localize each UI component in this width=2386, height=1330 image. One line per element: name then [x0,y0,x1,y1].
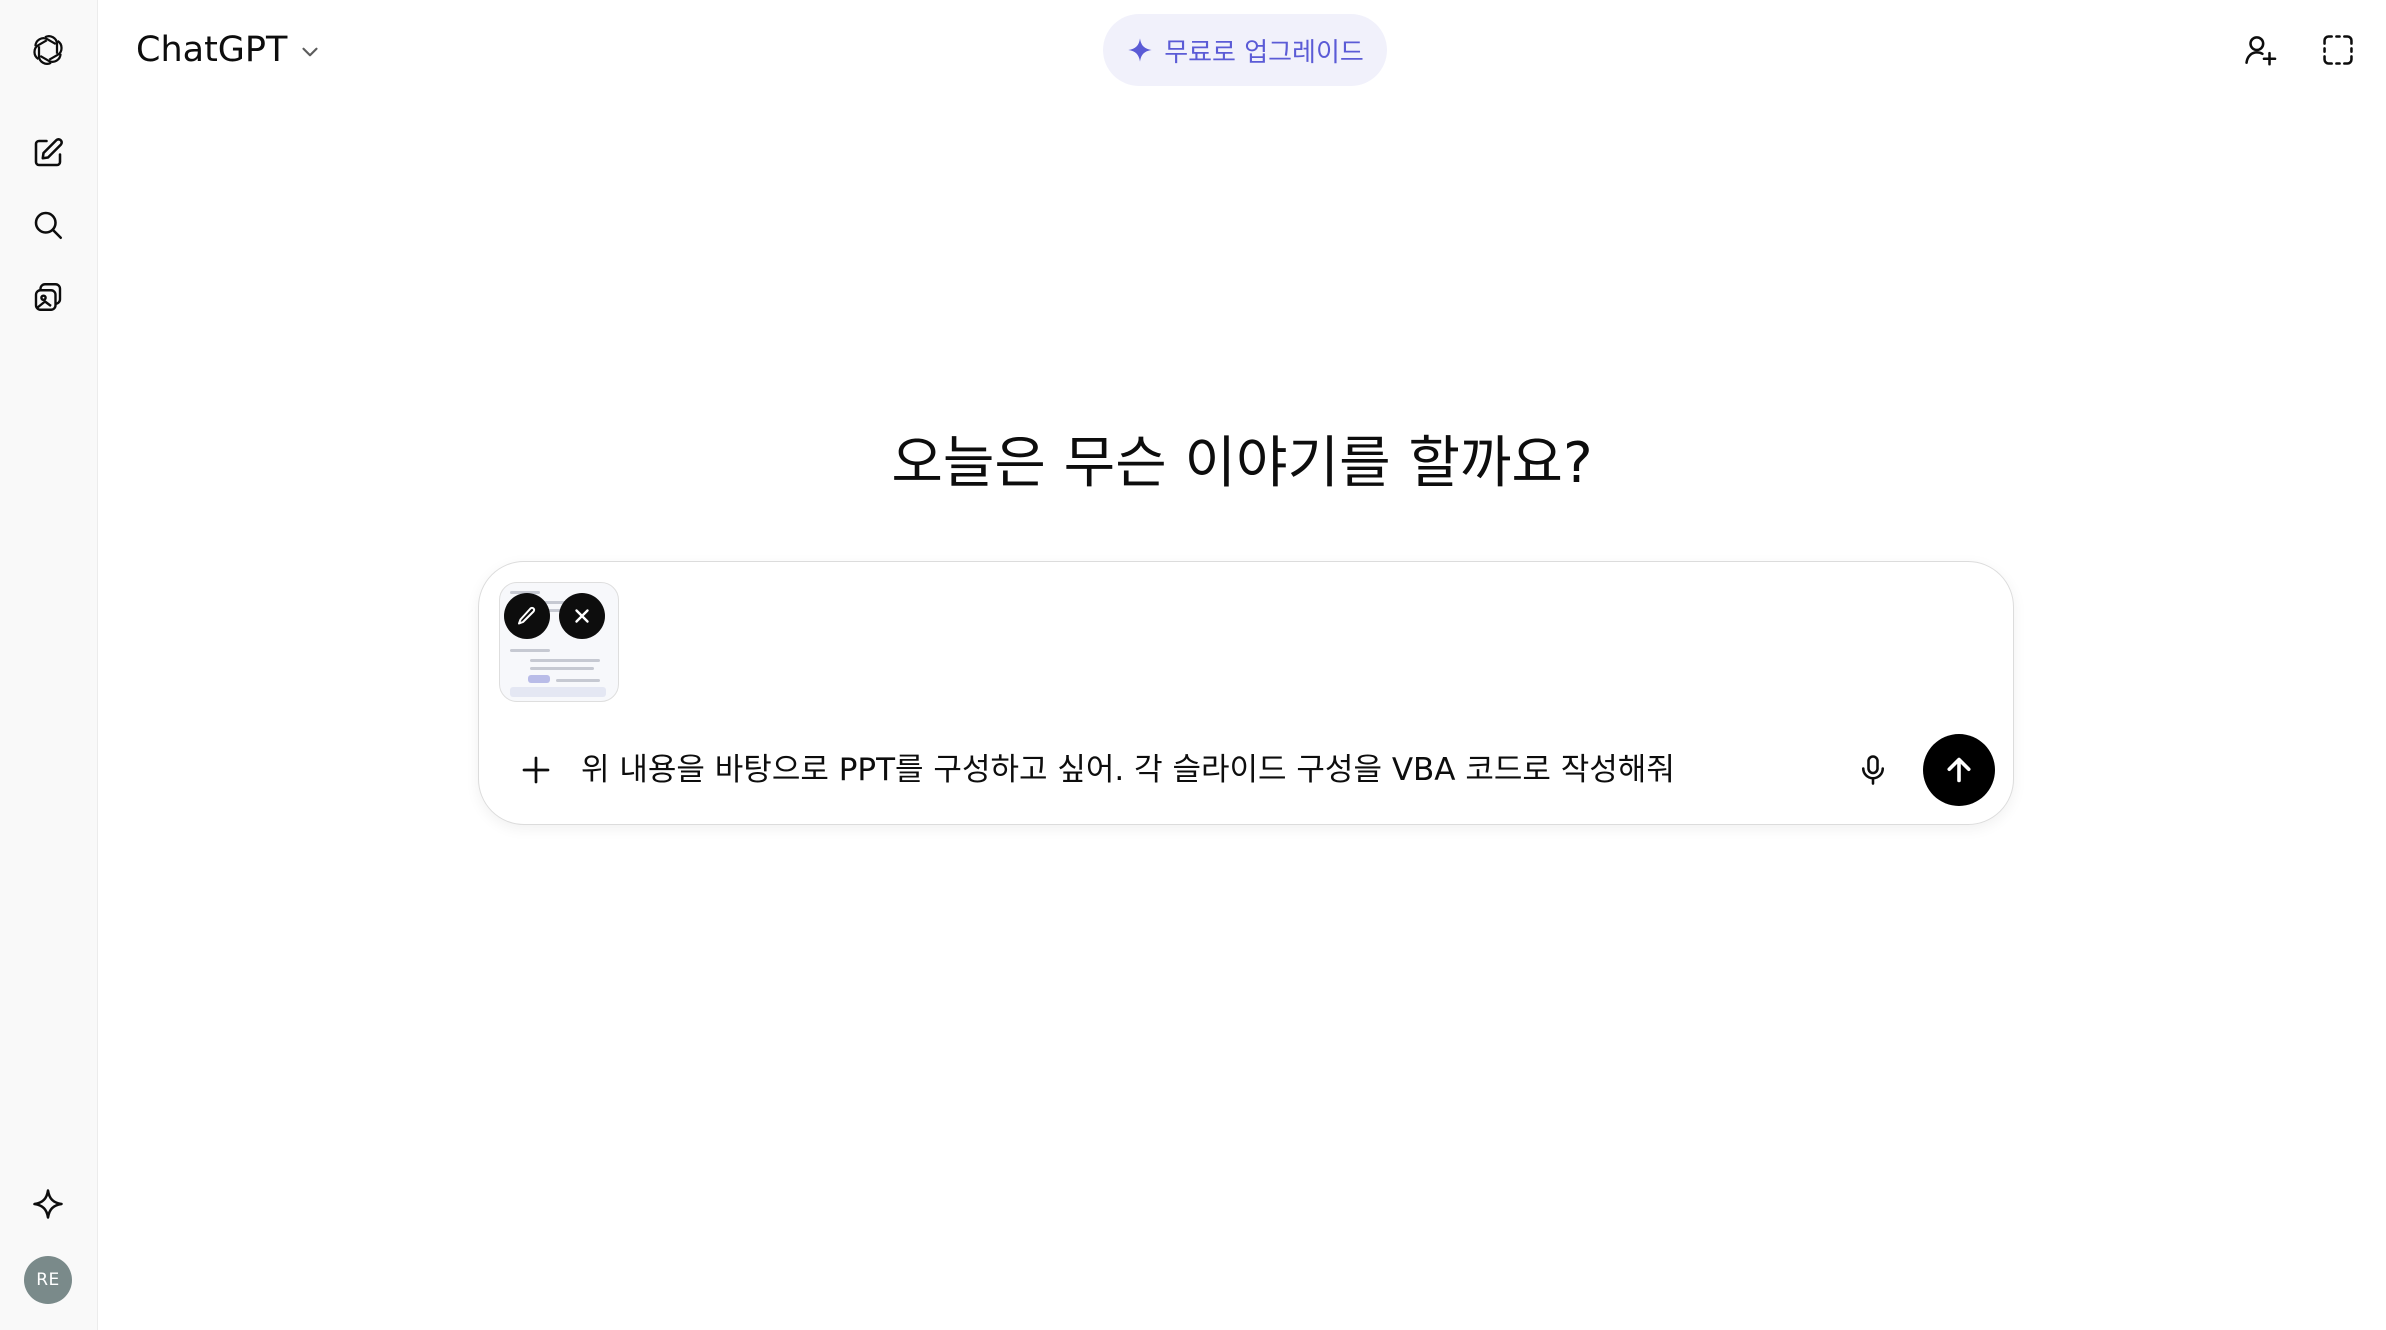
new-chat-icon[interactable] [21,126,75,180]
plus-icon [522,756,550,784]
prompt-input[interactable]: 위 내용을 바탕으로 PPT를 구성하고 싶어. 각 슬라이드 구성을 VBA … [581,748,1675,792]
thumb-block [528,675,550,683]
thumb-line [530,667,594,670]
avatar[interactable]: RE [24,1256,72,1304]
add-user-icon [2245,36,2277,66]
openai-logo-icon[interactable] [21,23,75,77]
send-button[interactable] [1923,734,1995,806]
share-add-user-button[interactable] [2232,22,2288,78]
chevron-down-icon [302,47,318,57]
composer: 위 내용을 바탕으로 PPT를 구성하고 싶어. 각 슬라이드 구성을 VBA … [478,561,2014,825]
sidebar-rail: RE [0,0,98,1330]
microphone-icon [1861,755,1885,785]
add-attachment-button[interactable] [512,746,560,794]
close-icon [575,609,589,623]
search-icon[interactable] [21,198,75,252]
thumb-line [530,659,600,662]
thumb-line [556,679,600,682]
temporary-chat-button[interactable] [2310,22,2366,78]
thumb-line [510,649,550,652]
model-switcher[interactable]: ChatGPT [124,22,335,78]
model-name: ChatGPT [136,30,288,70]
upgrade-label: 무료로 업그레이드 [1164,37,1364,68]
sparkle-icon [1128,38,1152,62]
remove-attachment-button[interactable] [559,593,605,639]
upgrade-button[interactable]: 무료로 업그레이드 [1103,14,1387,86]
explore-sparkle-icon[interactable] [21,1177,75,1231]
dictate-button[interactable] [1849,746,1897,794]
library-icon[interactable] [21,270,75,324]
edit-attachment-button[interactable] [504,593,550,639]
page-title: 오늘은 무슨 이야기를 할까요? [891,431,1593,496]
arrow-up-icon [1947,757,1971,783]
pencil-icon [518,606,536,625]
thumb-block [510,687,606,697]
temporary-chat-icon [2323,35,2353,65]
